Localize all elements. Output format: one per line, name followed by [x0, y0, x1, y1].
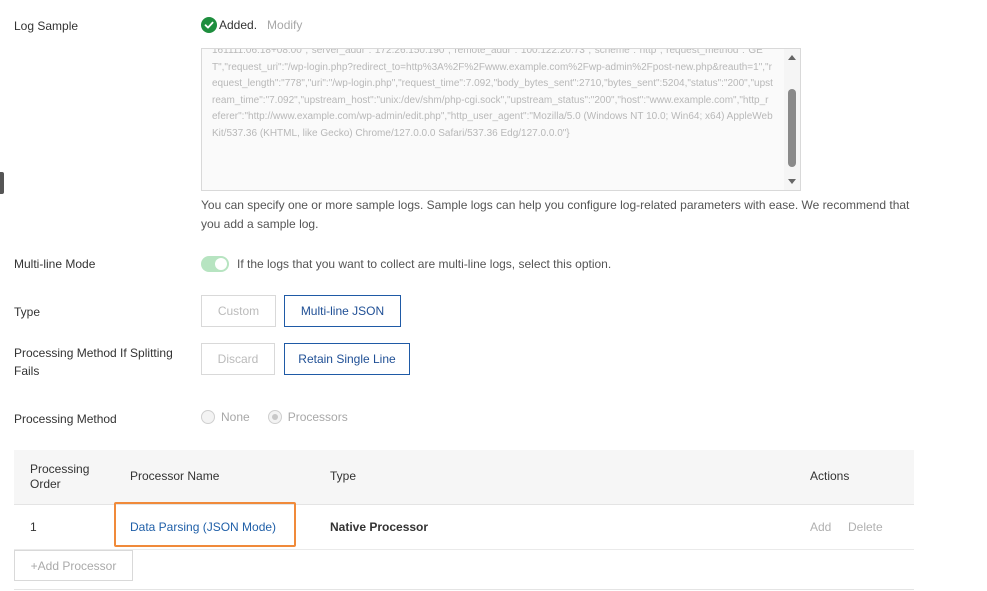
column-processing-order: Processing Order — [30, 462, 90, 491]
modify-link[interactable]: Modify — [267, 18, 302, 32]
multiline-mode-description: If the logs that you want to collect are… — [237, 257, 612, 271]
column-actions: Actions — [810, 469, 850, 483]
log-sample-status: Added. Modify — [201, 17, 302, 33]
processor-type-cell: Native Processor — [330, 520, 429, 534]
check-circle-icon — [201, 17, 217, 33]
log-sample-textarea[interactable]: 161111:06:18+08:00","server_addr":"172.2… — [201, 48, 801, 191]
log-scrollbar[interactable] — [784, 49, 800, 190]
type-multiline-json-button[interactable]: Multi-line JSON — [284, 295, 401, 327]
radio-none-label[interactable]: None — [221, 410, 250, 424]
bottom-divider — [14, 589, 914, 590]
toggle-knob — [215, 258, 227, 270]
scroll-up-arrow-icon[interactable] — [788, 55, 796, 60]
type-custom-button[interactable]: Custom — [201, 295, 276, 327]
add-action-link[interactable]: Add — [810, 520, 831, 535]
added-status-text: Added. — [219, 18, 258, 32]
scroll-down-arrow-icon[interactable] — [788, 179, 796, 184]
delete-action-link[interactable]: Delete — [848, 520, 883, 535]
log-sample-label: Log Sample — [14, 19, 79, 33]
highlight-annotation-box — [114, 502, 296, 547]
scroll-thumb[interactable] — [788, 89, 796, 167]
log-sample-help: You can specify one or more sample logs.… — [201, 198, 910, 231]
multiline-mode-toggle[interactable] — [201, 256, 229, 272]
processors-table-header: Processing Order Processor Name Type Act… — [14, 450, 914, 505]
radio-processors[interactable] — [267, 410, 282, 424]
retain-single-line-button[interactable]: Retain Single Line — [284, 343, 410, 375]
processing-method-radio-group: None Processors — [201, 410, 360, 424]
radio-none[interactable] — [201, 410, 215, 424]
add-processor-button[interactable]: +Add Processor — [14, 550, 133, 581]
radio-processors-label[interactable]: Processors — [288, 410, 348, 424]
type-label: Type — [14, 305, 41, 319]
column-type: Type — [330, 469, 357, 483]
log-sample-content: 161111:06:18+08:00","server_addr":"172.2… — [212, 48, 773, 139]
split-fail-label: Processing Method If Splitting Fails — [14, 346, 173, 378]
side-panel-handle[interactable] — [0, 172, 4, 194]
processing-order-cell: 1 — [30, 520, 37, 534]
column-processor-name: Processor Name — [130, 469, 220, 483]
processing-method-label: Processing Method — [14, 412, 117, 426]
discard-button[interactable]: Discard — [201, 343, 275, 375]
multiline-mode-label: Multi-line Mode — [14, 257, 96, 271]
radio-selected-dot — [271, 414, 278, 420]
